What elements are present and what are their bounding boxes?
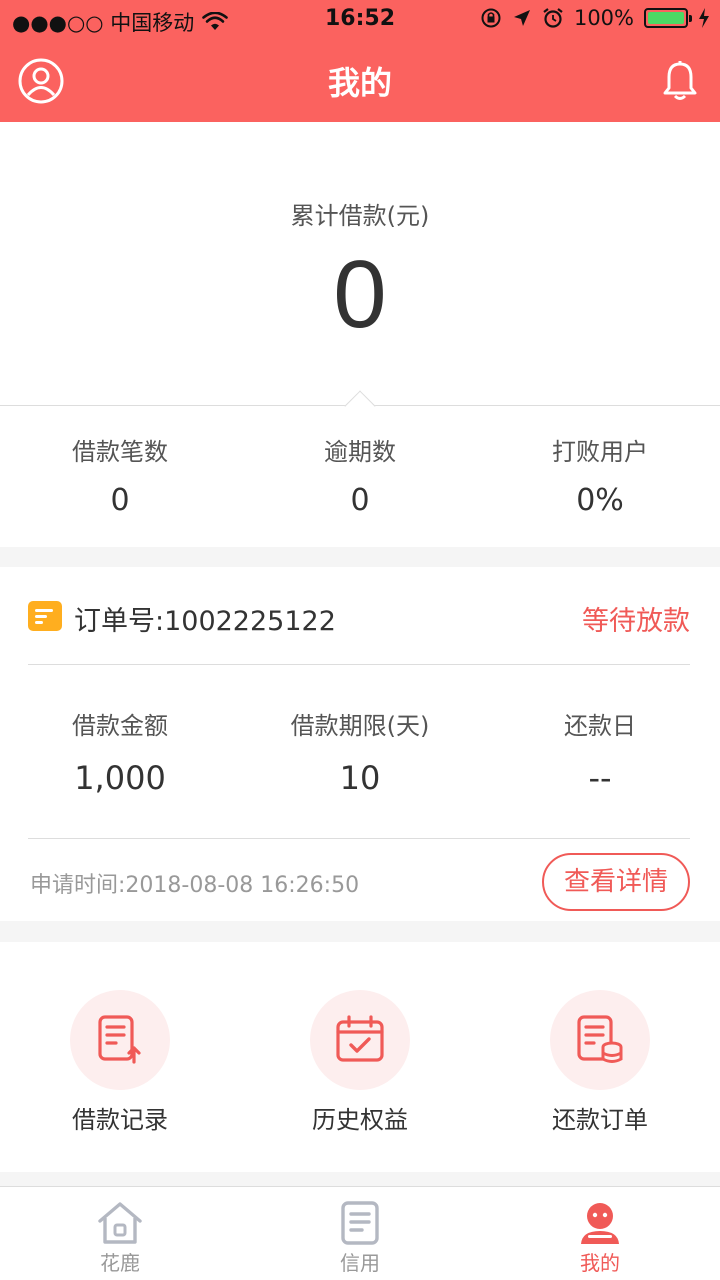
status-bar: ●●●○○ 中国移动 16:52 100%	[0, 0, 720, 40]
stat-label: 打败用户	[552, 438, 648, 466]
quick-history-benefits[interactable]: 历史权益	[240, 942, 480, 1172]
stat-beat-users: 打败用户 0%	[480, 406, 720, 547]
calendar-check-icon-wrap	[310, 990, 410, 1090]
quick-label: 借款记录	[72, 1106, 168, 1134]
status-right: 100%	[480, 6, 710, 30]
stat-value: 0%	[576, 483, 624, 518]
order-footer: 申请时间:2018-08-08 16:26:50 查看详情	[28, 838, 690, 921]
nav-bar: 我的	[0, 40, 720, 122]
stat-label: 逾期数	[324, 438, 396, 466]
quick-loan-records[interactable]: 借款记录	[0, 942, 240, 1172]
tab-label: 信用	[340, 1251, 380, 1275]
quick-label: 还款订单	[552, 1106, 648, 1134]
loan-record-icon	[98, 1015, 141, 1064]
tab-home[interactable]: 花鹿	[0, 1187, 240, 1280]
detail-label: 借款金额	[72, 712, 168, 740]
bell-icon[interactable]	[660, 60, 700, 102]
tab-label: 我的	[580, 1251, 620, 1275]
battery-percent: 100%	[573, 6, 634, 30]
stat-value: 0	[350, 483, 370, 518]
battery-icon	[644, 8, 692, 28]
total-loan-label: 累计借款(元)	[290, 202, 430, 230]
home-icon	[98, 1202, 142, 1244]
stats-row: 借款笔数 0 逾期数 0 打败用户 0%	[0, 405, 720, 547]
quick-repay-orders[interactable]: 还款订单	[480, 942, 720, 1172]
order-header: 订单号:1002225122 等待放款	[28, 567, 690, 665]
loan-record-icon-wrap	[70, 990, 170, 1090]
order-number: 订单号:1002225122	[74, 606, 336, 637]
tab-label: 花鹿	[100, 1251, 140, 1275]
detail-label: 还款日	[564, 712, 636, 740]
stat-overdue: 逾期数 0	[240, 406, 480, 547]
view-details-button[interactable]: 查看详情	[542, 853, 690, 911]
order-details: 借款金额 1,000 借款期限(天) 10 还款日 --	[0, 666, 720, 838]
detail-label: 借款期限(天)	[290, 712, 430, 740]
detail-value: 10	[339, 759, 381, 797]
quick-label: 历史权益	[312, 1106, 408, 1134]
stat-value: 0	[110, 483, 130, 518]
alarm-clock-icon	[543, 8, 563, 28]
tab-bar: 花鹿 信用 我的	[0, 1186, 720, 1280]
document-icon	[341, 1201, 379, 1245]
rotation-lock-icon	[481, 8, 501, 28]
total-loan-value: 0	[333, 241, 387, 348]
location-arrow-icon	[513, 10, 530, 26]
order-icon	[28, 601, 62, 631]
summary-card: 累计借款(元) 0	[0, 122, 720, 405]
repay-order-icon	[577, 1015, 623, 1063]
quick-actions: 借款记录 历史权益 还款订单	[0, 942, 720, 1172]
tab-mine[interactable]: 我的	[480, 1187, 720, 1280]
page-title: 我的	[327, 64, 392, 102]
charging-bolt-icon	[699, 8, 709, 28]
stat-label: 借款笔数	[72, 438, 168, 466]
order-due-date: 还款日 --	[480, 666, 720, 838]
order-amount: 借款金额 1,000	[0, 666, 240, 838]
tab-credit[interactable]: 信用	[240, 1187, 480, 1280]
repay-order-icon-wrap	[550, 990, 650, 1090]
order-status: 等待放款	[582, 606, 690, 637]
stat-loan-count: 借款笔数 0	[0, 406, 240, 547]
detail-value: --	[588, 759, 612, 797]
apply-time: 申请时间:2018-08-08 16:26:50	[30, 873, 360, 898]
calendar-check-icon	[336, 1015, 384, 1062]
header: ●●●○○ 中国移动 16:52 100% 我的	[0, 0, 720, 122]
user-face-icon	[581, 1203, 619, 1244]
order-card: 订单号:1002225122 等待放款 借款金额 1,000 借款期限(天) 1…	[0, 567, 720, 921]
detail-value: 1,000	[74, 759, 166, 797]
order-term: 借款期限(天) 10	[240, 666, 480, 838]
